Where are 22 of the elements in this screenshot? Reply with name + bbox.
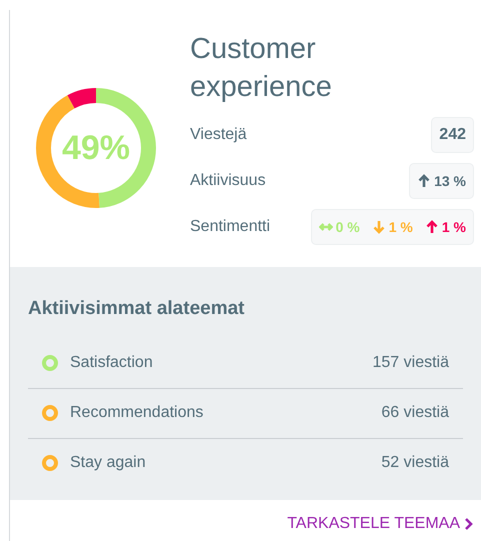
- trend-value: 13 %: [434, 172, 466, 190]
- subtopic-name[interactable]: Satisfaction: [70, 350, 153, 374]
- message-count: 52 viestiä: [381, 453, 449, 473]
- chevron-right-icon: [464, 517, 474, 531]
- trend-value: 1 %: [442, 218, 466, 236]
- up-arrow-icon: [424, 220, 439, 234]
- count-value: 242: [439, 125, 466, 145]
- message-count: 157 viestiä: [372, 352, 449, 372]
- down-arrow-icon: [372, 220, 386, 234]
- stat-label: Viestejä: [190, 125, 247, 145]
- message-count: 66 viestiä: [381, 403, 449, 423]
- subtopic-name[interactable]: Stay again: [70, 451, 146, 475]
- up-arrow-icon: [417, 174, 432, 188]
- trend-value: 0 %: [336, 218, 360, 236]
- stat-label: Aktiivisuus: [190, 171, 266, 191]
- section-heading: Aktiivisimmat alateemat: [28, 297, 246, 321]
- view-theme-link[interactable]: TARKASTELE TEEMAA: [287, 512, 474, 536]
- theme-title: Customer experience: [190, 32, 333, 105]
- trend-value: 1 %: [388, 218, 413, 236]
- percentage-label: 49%: [62, 128, 130, 168]
- stat-label: Sentimentti: [190, 217, 270, 237]
- subtopic-name[interactable]: Recommendations: [70, 401, 204, 425]
